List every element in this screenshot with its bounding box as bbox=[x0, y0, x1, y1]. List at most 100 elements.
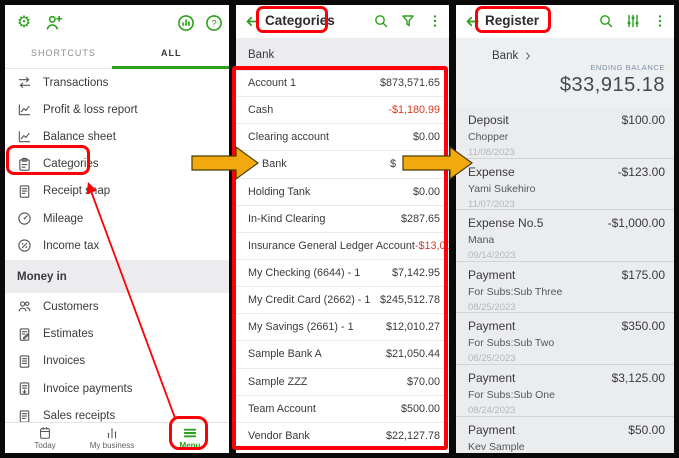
account-name: Sample ZZZ bbox=[248, 375, 308, 388]
account-row[interactable]: My Credit Card (2662) - 1 $245,512.78 bbox=[236, 287, 449, 315]
menu-item-invoices[interactable]: Invoices bbox=[5, 348, 229, 375]
account-name: My Checking (6644) - 1 bbox=[248, 267, 361, 280]
menu-item-label: Receipt snap bbox=[43, 185, 111, 198]
menu-item-transactions[interactable]: Transactions bbox=[5, 69, 229, 96]
customers-icon bbox=[18, 301, 31, 312]
menu-item-income-tax[interactable]: Income tax bbox=[5, 232, 229, 259]
register-panel: Register Bank ENDING BALANCE $33,915.18 … bbox=[456, 5, 674, 453]
transaction-type: Deposit bbox=[468, 113, 509, 127]
account-row[interactable]: Insurance General Ledger Account-$13,000… bbox=[236, 233, 449, 260]
filter-funnel-icon[interactable] bbox=[400, 13, 416, 29]
transaction-amount: -$123.00 bbox=[617, 164, 665, 179]
menu-item-label: Mileage bbox=[43, 212, 84, 225]
search-icon[interactable] bbox=[598, 13, 614, 29]
menu-item-receipt-snap[interactable]: Receipt snap bbox=[5, 178, 229, 205]
nav-label: Menu bbox=[179, 441, 201, 450]
account-amount: $0.00 bbox=[412, 185, 440, 198]
account-list: Account 1 $873,571.65 Cash -$1,180.99 Clea… bbox=[236, 70, 449, 449]
account-row[interactable]: Vendor Bank $22,127.78 bbox=[236, 423, 449, 449]
account-row[interactable]: My Savings (2661) - 1 $12,010.27 bbox=[236, 314, 449, 342]
menu-topbar: ⚙ ? bbox=[5, 5, 229, 41]
breadcrumb-label: Bank bbox=[492, 50, 519, 62]
line-chart-icon bbox=[18, 104, 31, 116]
svg-text:?: ? bbox=[211, 18, 216, 29]
section-header-bank: Bank bbox=[236, 38, 449, 71]
menu-item-mileage[interactable]: Mileage bbox=[5, 205, 229, 232]
transaction-amount: $100.00 bbox=[621, 113, 665, 127]
account-row[interactable]: Clearing account $0.00 bbox=[236, 124, 449, 152]
clipboard-icon bbox=[19, 157, 30, 171]
nav-today[interactable]: Today bbox=[18, 426, 72, 450]
transaction-row[interactable]: Expense -$123.00 Yami Sukehiro 11/07/2023 bbox=[456, 159, 674, 211]
transaction-type: Payment bbox=[468, 422, 516, 437]
menu-item-label: Profit & loss report bbox=[43, 103, 138, 116]
nav-label: Today bbox=[34, 441, 56, 450]
account-row[interactable]: In-Kind Clearing $287.65 bbox=[236, 206, 449, 233]
menu-panel: ⚙ ? SHORTCUTS ALL Transactions Profit & … bbox=[5, 5, 229, 453]
search-icon[interactable] bbox=[373, 13, 389, 29]
account-row[interactable]: My Checking (6644) - 1 $7,142.95 bbox=[236, 260, 449, 288]
nav-my-business[interactable]: My business bbox=[85, 426, 139, 450]
menu-item-balance-sheet[interactable]: Balance sheet bbox=[5, 123, 229, 150]
account-row[interactable]: Sample ZZZ $70.00 bbox=[236, 369, 449, 396]
account-row[interactable]: Bank $ bbox=[236, 151, 449, 179]
account-name: Account 1 bbox=[248, 77, 297, 90]
menu-item-profit-loss[interactable]: Profit & loss report bbox=[5, 96, 229, 123]
kebab-menu-icon[interactable] bbox=[652, 13, 668, 29]
transaction-row[interactable]: Payment $50.00 Kev Sample bbox=[456, 417, 674, 453]
settings-icon[interactable]: ⚙ bbox=[15, 14, 33, 32]
assistant-icon[interactable] bbox=[177, 14, 195, 32]
percent-circle-icon bbox=[18, 239, 31, 252]
account-amount: -$1,180.99 bbox=[388, 104, 440, 117]
menu-item-invoice-payments[interactable]: Invoice payments bbox=[5, 375, 229, 402]
account-row[interactable]: Account 1 $873,571.65 bbox=[236, 70, 449, 98]
account-name: Sample Bank A bbox=[248, 348, 322, 361]
receipt-icon bbox=[19, 185, 30, 198]
account-row[interactable]: Holding Tank $0.00 bbox=[236, 179, 449, 206]
add-user-icon[interactable] bbox=[45, 14, 63, 32]
transaction-row[interactable]: Payment $3,125.00 For Subs:Sub One 08/24/… bbox=[456, 365, 674, 417]
account-row[interactable]: Team Account $500.00 bbox=[236, 396, 449, 423]
transaction-row[interactable]: Payment $350.00 For Subs:Sub Two 08/25/20… bbox=[456, 313, 674, 365]
account-name: My Savings (2661) - 1 bbox=[248, 321, 354, 334]
help-icon[interactable]: ? bbox=[205, 14, 223, 32]
account-row[interactable]: Cash -$1,180.99 bbox=[236, 97, 449, 125]
transaction-amount: $175.00 bbox=[621, 267, 665, 282]
menu-item-categories[interactable]: Categories bbox=[5, 151, 229, 178]
transaction-amount: $3,125.00 bbox=[611, 370, 665, 385]
transaction-row[interactable]: Expense No.5 -$1,000.00 Mana 09/14/2023 bbox=[456, 210, 674, 262]
tab-all[interactable]: ALL bbox=[161, 48, 182, 58]
menu-item-label: Balance sheet bbox=[43, 130, 116, 143]
transaction-payee: Mana bbox=[468, 234, 495, 247]
menu-item-estimates[interactable]: Estimates bbox=[5, 320, 229, 347]
account-name: Holding Tank bbox=[248, 185, 311, 198]
sliders-icon[interactable] bbox=[625, 13, 641, 29]
account-amount: $21,050.44 bbox=[385, 348, 440, 361]
gauge-icon bbox=[18, 212, 31, 225]
nav-menu[interactable]: Menu bbox=[163, 426, 217, 450]
transaction-row[interactable]: Payment $175.00 For Subs:Sub Three 08/25/… bbox=[456, 262, 674, 314]
menu-item-customers[interactable]: Customers bbox=[5, 293, 229, 320]
back-arrow-icon[interactable] bbox=[244, 13, 261, 30]
nav-label: My business bbox=[89, 441, 135, 450]
money-in-list: Customers Estimates Invoices Invoice pay… bbox=[5, 293, 229, 430]
account-amount: -$13,000.00 bbox=[414, 239, 449, 252]
account-amount: $873,571.65 bbox=[379, 77, 440, 90]
hamburger-menu-icon bbox=[183, 428, 197, 438]
account-name: Clearing account bbox=[248, 131, 330, 144]
tab-shortcuts[interactable]: SHORTCUTS bbox=[31, 48, 96, 58]
account-name: In-Kind Clearing bbox=[248, 212, 326, 225]
transaction-payee: For Subs:Sub Three bbox=[468, 285, 563, 298]
transaction-date: 11/07/2023 bbox=[468, 198, 515, 210]
breadcrumb-bank[interactable]: Bank bbox=[492, 50, 532, 62]
kebab-menu-icon[interactable] bbox=[427, 13, 443, 29]
account-amount: $287.65 bbox=[400, 212, 440, 225]
account-name: Insurance General Ledger Account bbox=[248, 239, 415, 252]
ending-balance-label: ENDING BALANCE bbox=[590, 63, 665, 72]
account-row[interactable]: Sample Bank A $21,050.44 bbox=[236, 341, 449, 369]
transaction-row[interactable]: Deposit $100.00 Chopper 11/08/2023 bbox=[456, 107, 674, 159]
menu-list: Transactions Profit & loss report Balanc… bbox=[5, 69, 229, 259]
transactions-icon bbox=[18, 77, 31, 89]
transaction-type: Payment bbox=[468, 370, 516, 385]
back-arrow-icon[interactable] bbox=[464, 13, 481, 30]
